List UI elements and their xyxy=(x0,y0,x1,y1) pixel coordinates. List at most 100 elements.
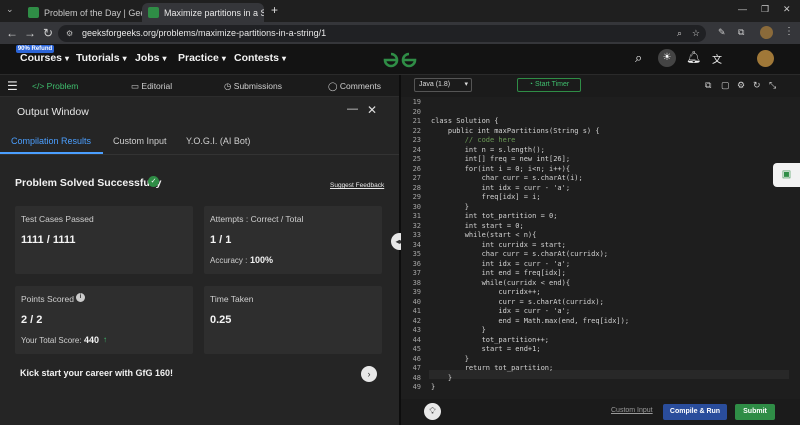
line-number: 27 xyxy=(412,174,421,182)
notification-bell-icon[interactable]: 🔔︎ xyxy=(686,50,701,64)
success-check-icon: ✓ xyxy=(148,176,159,187)
tab-list-chevron-icon[interactable]: ⌄ xyxy=(6,4,14,15)
code-line[interactable]: } xyxy=(431,374,452,382)
tab-yogi-ai-bot[interactable]: Y.O.G.I. (AI Bot) xyxy=(186,136,250,146)
tab-editorial[interactable]: ▭ Editorial xyxy=(131,81,172,92)
code-line[interactable]: start = end+1; xyxy=(431,345,541,353)
nav-jobs[interactable]: Jobs ▾ xyxy=(135,52,167,64)
promo-badge[interactable]: 90% Refund xyxy=(16,45,54,53)
tab-problem[interactable]: </> Problem xyxy=(32,81,78,91)
line-number: 47 xyxy=(412,364,421,372)
code-line[interactable]: while(curridx < end){ xyxy=(431,279,571,287)
code-line[interactable]: int n = s.length(); xyxy=(431,146,545,154)
tab-compilation-results[interactable]: Compilation Results xyxy=(11,136,91,146)
gfg-logo[interactable] xyxy=(382,51,418,68)
chat-icon[interactable]: ▣ xyxy=(773,163,800,187)
submit-button[interactable]: Submit xyxy=(735,404,775,420)
browser-tab-active[interactable]: Maximize partitions in a String | ✕ xyxy=(142,3,264,22)
browser-tab-potd[interactable]: Problem of the Day | GeeksforG xyxy=(22,3,142,22)
points-card: Points Scored i 2 / 2 Your Total Score: … xyxy=(15,286,193,354)
code-line[interactable]: for(int i = 0; i<n; i++){ xyxy=(431,165,570,173)
reset-code-icon[interactable]: ↻ xyxy=(753,80,761,91)
nav-courses[interactable]: Courses ▾ xyxy=(20,52,69,64)
code-line[interactable]: char curr = s.charAt(i); xyxy=(431,174,583,182)
code-line[interactable]: freq[idx] = i; xyxy=(431,193,541,201)
line-number: 34 xyxy=(412,240,421,249)
line-number: 25 xyxy=(412,155,421,163)
nav-practice[interactable]: Practice ▾ xyxy=(178,52,226,64)
compile-run-button[interactable]: Compile & Run xyxy=(663,404,727,420)
chevron-down-icon: ▾ xyxy=(464,81,468,88)
line-number: 48 xyxy=(412,373,421,382)
line-number: 45 xyxy=(412,345,421,353)
code-line[interactable]: int tot_partition = 0; xyxy=(431,212,558,220)
restore-window-icon[interactable]: ❐ xyxy=(761,4,769,15)
user-avatar[interactable] xyxy=(757,50,774,67)
expand-icon[interactable]: ⤡ xyxy=(769,80,776,91)
output-window-title: Output Window xyxy=(17,106,89,118)
settings-gear-icon[interactable]: ⚙ xyxy=(737,80,745,91)
copy-icon[interactable]: ⧉ xyxy=(705,80,711,91)
code-line[interactable]: } xyxy=(431,383,435,391)
code-line[interactable]: } xyxy=(431,355,469,363)
back-icon[interactable]: ← xyxy=(4,25,20,41)
code-line[interactable]: } xyxy=(431,326,486,334)
code-line[interactable]: int curridx = start; xyxy=(431,241,566,249)
minimize-panel-icon[interactable]: — xyxy=(347,103,358,115)
hint-bulb-icon[interactable]: 💡︎ xyxy=(424,403,441,420)
code-line[interactable]: int idx = curr - 'a'; xyxy=(431,260,571,268)
code-line[interactable]: idx = curr - 'a'; xyxy=(431,307,570,315)
fullscreen-editor-icon[interactable]: ▢ xyxy=(721,80,730,91)
search-icon[interactable]: ⌕ xyxy=(635,50,642,66)
nav-contests[interactable]: Contests ▾ xyxy=(234,52,286,64)
site-info-icon[interactable]: ⚙ xyxy=(66,25,73,42)
new-tab-button[interactable]: + xyxy=(271,3,278,17)
url-input[interactable]: ⚙ geeksforgeeks.org/problems/maximize-pa… xyxy=(58,25,706,42)
info-icon[interactable]: i xyxy=(76,293,85,302)
zoom-icon[interactable]: ⌕ xyxy=(677,25,682,42)
translate-icon[interactable]: 文 xyxy=(712,51,722,66)
custom-input-link[interactable]: Custom Input xyxy=(611,407,653,414)
chevron-right-icon[interactable]: › xyxy=(361,366,377,382)
nav-tutorials[interactable]: Tutorials ▾ xyxy=(76,52,127,64)
language-value: Java (1.8) xyxy=(419,81,451,88)
reload-icon[interactable]: ↻ xyxy=(40,25,56,41)
tab-custom-input[interactable]: Custom Input xyxy=(113,136,167,146)
edit-icon[interactable]: ✎ xyxy=(718,27,726,38)
chevron-down-icon: ▾ xyxy=(162,54,167,63)
tab-submissions[interactable]: ◷ Submissions xyxy=(224,81,282,92)
code-line[interactable]: class Solution { xyxy=(431,117,498,125)
code-line[interactable]: int end = freq[idx]; xyxy=(431,269,566,277)
code-line[interactable]: curr = s.charAt(curridx); xyxy=(431,298,603,306)
code-line[interactable]: int start = 0; xyxy=(431,222,524,230)
theme-toggle-icon[interactable]: ☀ xyxy=(658,49,676,67)
extensions-icon[interactable]: ⧉ xyxy=(738,27,744,38)
minimize-window-icon[interactable]: — xyxy=(738,4,747,14)
code-line[interactable]: tot_partition++; xyxy=(431,336,549,344)
suggest-feedback-link[interactable]: Suggest Feedback xyxy=(330,182,384,189)
browser-menu-icon[interactable]: ⋮ xyxy=(784,26,794,37)
code-line[interactable]: char curr = s.charAt(curridx); xyxy=(431,250,608,258)
forward-icon[interactable]: → xyxy=(22,25,38,41)
close-panel-icon[interactable]: ✕ xyxy=(367,103,377,117)
attempts-label: Attempts : Correct / Total xyxy=(210,214,304,224)
hamburger-menu-icon[interactable]: ☰ xyxy=(7,79,18,93)
code-editor[interactable]: 19 20 21 class Solution {22 public int maxP… xyxy=(401,97,800,399)
code-line[interactable]: } xyxy=(431,203,469,211)
code-line[interactable]: end = Math.max(end, freq[idx]); xyxy=(431,317,629,325)
start-timer-button[interactable]: ◔ Start Timer xyxy=(517,78,581,92)
line-number: 23 xyxy=(412,136,421,144)
code-line[interactable]: int[] freq = new int[26]; xyxy=(431,155,570,163)
bookmark-star-icon[interactable]: ☆ xyxy=(692,25,700,42)
code-line[interactable]: while(start < n){ xyxy=(431,231,537,239)
profile-avatar[interactable] xyxy=(760,26,773,39)
close-window-icon[interactable]: ✕ xyxy=(783,4,791,15)
code-line[interactable]: curridx++; xyxy=(431,288,540,296)
code-line[interactable]: // code here xyxy=(431,136,516,144)
code-line[interactable]: public int maxPartitions(String s) { xyxy=(431,127,600,135)
tab-comments[interactable]: ◯ Comments xyxy=(328,81,381,92)
output-window-header: Output Window — ✕ xyxy=(0,97,400,127)
language-select[interactable]: Java (1.8) ▾ xyxy=(414,78,472,92)
code-line[interactable]: int idx = curr - 'a'; xyxy=(431,184,571,192)
code-line[interactable]: return tot_partition; xyxy=(431,364,554,372)
